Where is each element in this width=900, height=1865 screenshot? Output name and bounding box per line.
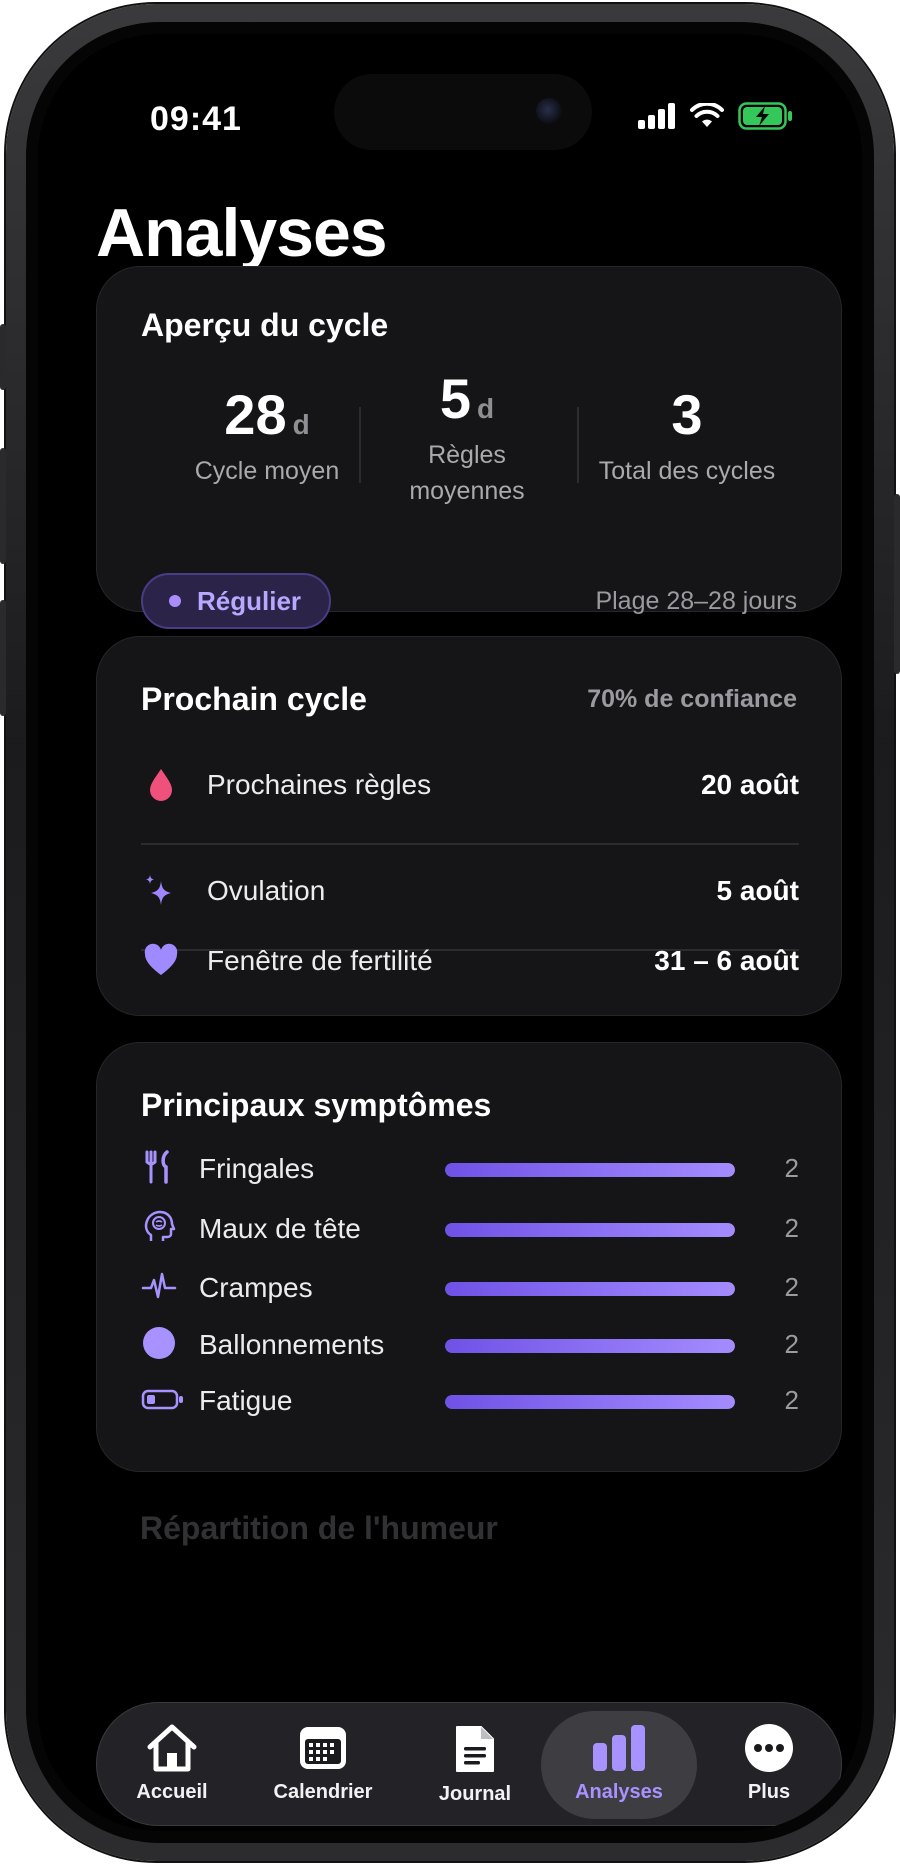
bar-chart-icon: [593, 1725, 645, 1771]
tab-accueil[interactable]: Accueil: [113, 1703, 231, 1827]
badge-label: Régulier: [197, 585, 302, 616]
symptom-label: Fatigue: [199, 1385, 293, 1416]
phone-frame: 09:41 Analyses Aperçu du cycle 28 d Cycl…: [0, 4, 900, 1861]
volume-up-button: [0, 448, 6, 564]
document-icon: [456, 1726, 494, 1772]
symptom-count: 2: [784, 1385, 799, 1415]
regularity-badge: Régulier: [141, 573, 332, 629]
sparkle-icon: [146, 875, 171, 905]
symptom-row[interactable]: Maux de tête 2: [141, 1199, 799, 1259]
stat-unit: d: [292, 409, 310, 440]
cycle-overview-card: Aperçu du cycle 28 d Cycle moyen 5d Règle…: [96, 266, 843, 629]
stat-unit: d: [477, 393, 495, 424]
overview-stats: 28 d Cycle moyen 5d Règles moyennes 3 Tot…: [97, 371, 843, 527]
top-symptoms-card: Principaux symptômes Fringales 2 Maux de…: [96, 1042, 842, 1472]
cycle-range: Plage 28–28 jours: [595, 587, 797, 615]
prediction-label: Ovulation: [207, 875, 326, 906]
circle-icon: [143, 1327, 175, 1359]
symptom-bar-fill: [445, 1339, 735, 1353]
status-bar: 09:41: [38, 34, 862, 164]
screen: 09:41 Analyses Aperçu du cycle 28 d Cycl…: [38, 34, 862, 1831]
symptom-bar-fill: [445, 1282, 735, 1296]
symptom-label: Ballonnements: [199, 1329, 385, 1360]
tab-label: Accueil: [136, 1781, 208, 1803]
badge-dot-icon: [169, 595, 181, 607]
tab-plus[interactable]: Plus: [711, 1703, 827, 1827]
signal-icon: [638, 103, 675, 129]
prediction-row-fertility[interactable]: Fenêtre de fertilité 31 – 6 août: [141, 913, 799, 1013]
brain-head-icon: [144, 1210, 176, 1241]
page-title: Analyses: [96, 195, 388, 271]
battery-charging-icon: [738, 102, 792, 130]
status-icons: [638, 102, 794, 130]
symptom-bar-track: [445, 1339, 735, 1353]
stat-value: 28: [224, 383, 287, 446]
stat-label: Cycle moyen: [194, 457, 340, 485]
symptom-bar-fill: [445, 1395, 735, 1409]
power-button: [894, 494, 900, 674]
wifi-icon: [690, 103, 724, 127]
symptom-row[interactable]: Crampes 2: [141, 1258, 799, 1318]
house-icon: [147, 1724, 197, 1772]
pulse-icon: [141, 1272, 177, 1299]
volume-down-button: [0, 600, 6, 716]
stat-value: 3: [671, 383, 703, 446]
stat-average-cycle: 28 d Cycle moyen: [147, 387, 387, 489]
bezel: 09:41 Analyses Aperçu du cycle 28 d Cycl…: [26, 22, 874, 1843]
prediction-label: Fenêtre de fertilité: [207, 945, 433, 976]
symptom-count: 2: [784, 1213, 799, 1243]
utensils-icon: [145, 1150, 169, 1184]
tab-calendrier[interactable]: Calendrier: [245, 1703, 401, 1827]
symptom-count: 2: [784, 1272, 799, 1302]
symptom-row[interactable]: Fringales 2: [141, 1139, 799, 1199]
next-cycle-card: Prochain cycle 70% de confiance Prochain…: [96, 636, 842, 1016]
tab-label: Calendrier: [273, 1781, 373, 1803]
symptom-bar-fill: [445, 1223, 735, 1237]
stat-value: 5: [439, 367, 472, 430]
symptom-label: Maux de tête: [199, 1213, 361, 1244]
symptom-label: Fringales: [199, 1153, 315, 1184]
drop-icon: [150, 769, 172, 801]
symptom-bar-track: [445, 1163, 735, 1177]
symptom-bar-track: [445, 1282, 735, 1296]
more-icon: [745, 1724, 793, 1772]
symptom-bar-fill: [445, 1163, 735, 1177]
prediction-value: 31 – 6 août: [654, 945, 799, 976]
dynamic-island: [334, 74, 592, 150]
tab-analyses[interactable]: Analyses: [541, 1711, 697, 1819]
symptom-row[interactable]: Fatigue 2: [141, 1371, 799, 1431]
prediction-value: 5 août: [716, 875, 799, 906]
action-button: [0, 324, 6, 390]
symptom-count: 2: [784, 1329, 799, 1359]
symptom-bar-track: [445, 1223, 735, 1237]
next-section-title: Répartition de l'humeur: [140, 1510, 498, 1546]
symptom-count: 2: [784, 1153, 799, 1183]
tab-journal[interactable]: Journal: [415, 1703, 535, 1827]
confidence-label: 70% de confiance: [587, 685, 797, 713]
symptom-label: Crampes: [199, 1272, 313, 1303]
tab-label: Analyses: [575, 1781, 663, 1803]
stat-total-cycles: 3 Total des cycles: [567, 387, 807, 489]
symptom-bar-track: [445, 1395, 735, 1409]
prediction-label: Prochaines règles: [207, 769, 432, 800]
symptom-row[interactable]: Ballonnements 2: [141, 1315, 799, 1375]
symptoms-title: Principaux symptômes: [141, 1087, 492, 1123]
front-camera: [536, 98, 562, 124]
tab-label: Plus: [747, 1781, 791, 1803]
prediction-value: 20 août: [700, 769, 799, 800]
overview-title: Aperçu du cycle: [141, 307, 389, 343]
stat-label: Règles moyennes: [409, 441, 525, 505]
tab-label: Journal: [438, 1783, 512, 1805]
tab-bar: Accueil Calendrier Journal Analyses Plus: [96, 1702, 842, 1826]
heart-icon: [144, 943, 178, 975]
prediction-row-period[interactable]: Prochaines règles 20 août: [141, 737, 799, 837]
next-cycle-title: Prochain cycle: [141, 681, 367, 717]
calendar-icon: [300, 1727, 346, 1769]
status-time: 09:41: [150, 100, 242, 138]
stat-label: Total des cycles: [598, 457, 776, 485]
battery-low-icon: [141, 1389, 183, 1410]
stat-average-period: 5d Règles moyennes: [359, 371, 575, 509]
